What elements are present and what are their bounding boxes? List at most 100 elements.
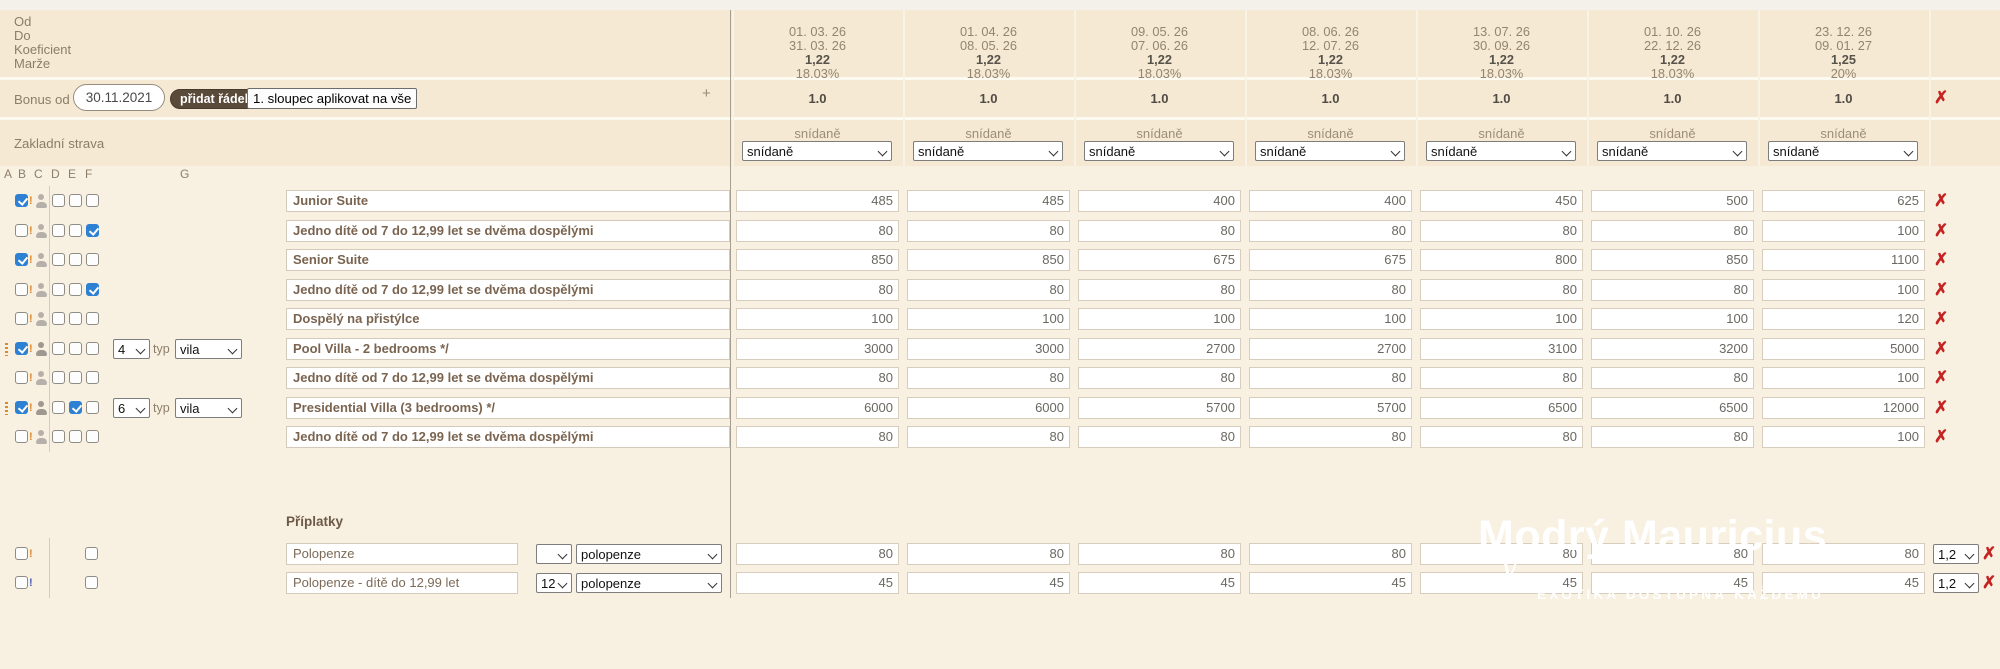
capacity-select[interactable]: 6 bbox=[113, 398, 150, 418]
flag-e-checkbox[interactable] bbox=[69, 401, 82, 414]
surcharge-price-input[interactable]: 45 bbox=[736, 572, 899, 594]
price-input[interactable]: 12000 bbox=[1762, 397, 1925, 419]
flag-d-checkbox[interactable] bbox=[52, 371, 65, 384]
price-input[interactable]: 1100 bbox=[1762, 249, 1925, 271]
price-input[interactable]: 625 bbox=[1762, 190, 1925, 212]
price-input[interactable]: 800 bbox=[1420, 249, 1583, 271]
flag-b-checkbox[interactable] bbox=[15, 371, 28, 384]
price-input[interactable]: 485 bbox=[907, 190, 1070, 212]
flag-e-checkbox[interactable] bbox=[69, 194, 82, 207]
room-name-field[interactable]: Jedno dítě od 7 do 12,99 let se dvěma do… bbox=[286, 367, 730, 389]
surcharge-price-input[interactable]: 45 bbox=[1078, 572, 1241, 594]
price-input[interactable]: 3000 bbox=[907, 338, 1070, 360]
price-input[interactable]: 100 bbox=[1762, 367, 1925, 389]
apply-first-column-button[interactable]: 1. sloupec aplikovat na vše bbox=[247, 88, 417, 109]
delete-row-icon[interactable]: ✗ bbox=[1982, 573, 1996, 593]
price-input[interactable]: 80 bbox=[1420, 367, 1583, 389]
room-name-field[interactable]: Senior Suite bbox=[286, 249, 730, 271]
surcharge-count-select[interactable]: 12 bbox=[536, 573, 572, 593]
price-input[interactable]: 80 bbox=[1078, 220, 1241, 242]
meal-select[interactable]: snídaně bbox=[742, 141, 892, 161]
surcharge-price-input[interactable]: 80 bbox=[1249, 543, 1412, 565]
price-input[interactable]: 80 bbox=[1249, 279, 1412, 301]
room-name-field[interactable]: Presidential Villa (3 bedrooms) */ bbox=[286, 397, 730, 419]
price-input[interactable]: 3200 bbox=[1591, 338, 1754, 360]
room-name-field[interactable]: Junior Suite bbox=[286, 190, 730, 212]
price-input[interactable]: 675 bbox=[1249, 249, 1412, 271]
price-input[interactable]: 450 bbox=[1420, 190, 1583, 212]
surcharge-price-input[interactable]: 80 bbox=[907, 543, 1070, 565]
price-input[interactable]: 80 bbox=[1249, 426, 1412, 448]
price-input[interactable]: 80 bbox=[1591, 220, 1754, 242]
flag-b-checkbox[interactable] bbox=[15, 283, 28, 296]
room-name-field[interactable]: Jedno dítě od 7 do 12,99 let se dvěma do… bbox=[286, 279, 730, 301]
room-type-select[interactable]: vila bbox=[175, 339, 242, 359]
flag-b-checkbox[interactable] bbox=[15, 194, 28, 207]
flag-f-checkbox[interactable] bbox=[86, 283, 99, 296]
delete-row-icon[interactable]: ✗ bbox=[1934, 339, 1948, 359]
surcharge-meal-select[interactable]: polopenze bbox=[576, 573, 722, 593]
price-input[interactable]: 100 bbox=[1420, 308, 1583, 330]
flag-f-checkbox[interactable] bbox=[86, 401, 99, 414]
price-input[interactable]: 6000 bbox=[907, 397, 1070, 419]
meal-select[interactable]: snídaně bbox=[913, 141, 1063, 161]
price-input[interactable]: 80 bbox=[1591, 426, 1754, 448]
flag-d-checkbox[interactable] bbox=[52, 224, 65, 237]
price-input[interactable]: 80 bbox=[907, 220, 1070, 242]
flag-f-checkbox[interactable] bbox=[86, 371, 99, 384]
room-name-field[interactable]: Pool Villa - 2 bedrooms */ bbox=[286, 338, 730, 360]
price-input[interactable]: 100 bbox=[1078, 308, 1241, 330]
delete-row-icon[interactable]: ✗ bbox=[1934, 191, 1948, 211]
price-input[interactable]: 400 bbox=[1078, 190, 1241, 212]
price-input[interactable]: 100 bbox=[1762, 279, 1925, 301]
price-input[interactable]: 6500 bbox=[1420, 397, 1583, 419]
price-input[interactable]: 80 bbox=[736, 220, 899, 242]
flag-f-checkbox[interactable] bbox=[86, 312, 99, 325]
price-input[interactable]: 2700 bbox=[1249, 338, 1412, 360]
bonus-date-input[interactable]: 30.11.2021 bbox=[73, 84, 165, 111]
price-input[interactable]: 80 bbox=[1249, 220, 1412, 242]
price-input[interactable]: 80 bbox=[736, 279, 899, 301]
room-name-field[interactable]: Jedno dítě od 7 do 12,99 let se dvěma do… bbox=[286, 426, 730, 448]
delete-row-icon[interactable]: ✗ bbox=[1982, 544, 1996, 564]
surcharge-price-input[interactable]: 80 bbox=[736, 543, 899, 565]
delete-row-icon[interactable]: ✗ bbox=[1934, 221, 1948, 241]
delete-row-icon[interactable]: ✗ bbox=[1934, 368, 1948, 388]
price-input[interactable]: 2700 bbox=[1078, 338, 1241, 360]
flag-e-checkbox[interactable] bbox=[69, 253, 82, 266]
flag-d-checkbox[interactable] bbox=[52, 430, 65, 443]
surcharge-price-input[interactable]: 45 bbox=[907, 572, 1070, 594]
price-input[interactable]: 500 bbox=[1591, 190, 1754, 212]
price-input[interactable]: 80 bbox=[1420, 220, 1583, 242]
price-input[interactable]: 80 bbox=[736, 367, 899, 389]
surcharge-factor-select[interactable]: 1,2 bbox=[1933, 573, 1979, 593]
flag-b-checkbox[interactable] bbox=[15, 342, 28, 355]
flag-e-checkbox[interactable] bbox=[69, 371, 82, 384]
flag-f-checkbox[interactable] bbox=[85, 547, 98, 560]
room-type-select[interactable]: vila bbox=[175, 398, 242, 418]
price-input[interactable]: 80 bbox=[1420, 279, 1583, 301]
price-input[interactable]: 80 bbox=[736, 426, 899, 448]
flag-f-checkbox[interactable] bbox=[86, 342, 99, 355]
drag-handle-icon[interactable] bbox=[5, 402, 8, 415]
price-input[interactable]: 850 bbox=[1591, 249, 1754, 271]
flag-e-checkbox[interactable] bbox=[69, 283, 82, 296]
flag-b-checkbox[interactable] bbox=[15, 401, 28, 414]
flag-e-checkbox[interactable] bbox=[69, 342, 82, 355]
price-input[interactable]: 120 bbox=[1762, 308, 1925, 330]
price-input[interactable]: 5700 bbox=[1078, 397, 1241, 419]
flag-b-checkbox[interactable] bbox=[15, 253, 28, 266]
flag-f-checkbox[interactable] bbox=[86, 224, 99, 237]
surcharge-factor-select[interactable]: 1,2 bbox=[1933, 544, 1979, 564]
price-input[interactable]: 80 bbox=[1249, 367, 1412, 389]
price-input[interactable]: 5700 bbox=[1249, 397, 1412, 419]
price-input[interactable]: 100 bbox=[736, 308, 899, 330]
surcharge-name-field[interactable]: Polopenze bbox=[286, 543, 518, 565]
price-input[interactable]: 80 bbox=[1591, 367, 1754, 389]
price-input[interactable]: 5000 bbox=[1762, 338, 1925, 360]
surcharge-meal-select[interactable]: polopenze bbox=[576, 544, 722, 564]
room-name-field[interactable]: Jedno dítě od 7 do 12,99 let se dvěma do… bbox=[286, 220, 730, 242]
price-input[interactable]: 80 bbox=[1591, 279, 1754, 301]
price-input[interactable]: 100 bbox=[907, 308, 1070, 330]
flag-b-checkbox[interactable] bbox=[15, 576, 28, 589]
